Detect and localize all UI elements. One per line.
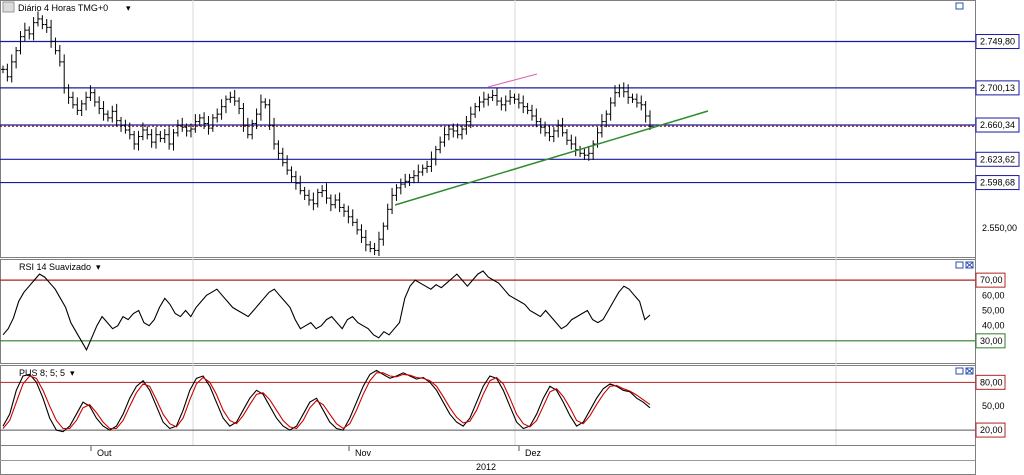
rsi-axis-labels: 70,00 30,00 60,00 50,00 40,00 xyxy=(975,272,1006,349)
rsi-tick-label: 60,00 xyxy=(982,290,1005,300)
stoch-tick-label: 50,00 xyxy=(982,401,1005,411)
month-label: Nov xyxy=(355,448,372,458)
price-level-label: 2.598,68 xyxy=(980,178,1015,188)
rsi-title-group[interactable]: RSI 14 Suavizado ▾ xyxy=(19,262,101,272)
price-axis-labels: 2.749,80 2.700,13 2.660,34 2.623,62 2.598,68… xyxy=(975,34,1020,233)
stoch-title: PUS 8; 5; 5 xyxy=(19,368,65,378)
main-chart-title: Diário 4 Horas TMG+0 xyxy=(18,3,108,13)
price-level-label: 2.660,34 xyxy=(980,120,1015,130)
price-level-label: 2.623,62 xyxy=(980,154,1015,164)
chart-menu-icon[interactable] xyxy=(2,1,15,13)
rsi-level-label: 70,00 xyxy=(980,275,1003,285)
panel-frames xyxy=(0,0,976,475)
price-panel xyxy=(0,0,976,258)
stoch-level-label: 20,00 xyxy=(980,425,1003,435)
month-label: Dez xyxy=(525,448,542,458)
price-level-label: 2.749,80 xyxy=(980,37,1015,47)
chart-window: 2.749,80 2.700,13 2.660,34 2.623,62 2.598,68… xyxy=(0,0,1024,475)
price-tick-label: 2.550,00 xyxy=(982,223,1017,233)
stoch-axis-labels: 80,00 20,00 50,00 xyxy=(975,374,1006,438)
chevron-down-icon[interactable]: ▾ xyxy=(70,368,75,378)
stoch-panel xyxy=(0,365,976,446)
stoch-level-label: 80,00 xyxy=(980,377,1003,387)
rsi-level-label: 30,00 xyxy=(980,336,1003,346)
rsi-tick-label: 40,00 xyxy=(982,321,1005,331)
rsi-panel xyxy=(0,259,976,364)
price-level-label: 2.700,13 xyxy=(980,83,1015,93)
rsi-tick-label: 50,00 xyxy=(982,305,1005,315)
chevron-down-icon[interactable]: ▾ xyxy=(126,3,131,13)
year-label: 2012 xyxy=(476,462,496,472)
chart-canvas: 2.749,80 2.700,13 2.660,34 2.623,62 2.598,68… xyxy=(0,0,1020,475)
rsi-title: RSI 14 Suavizado xyxy=(19,262,91,272)
chevron-down-icon[interactable]: ▾ xyxy=(96,262,101,272)
month-label: Out xyxy=(97,448,112,458)
